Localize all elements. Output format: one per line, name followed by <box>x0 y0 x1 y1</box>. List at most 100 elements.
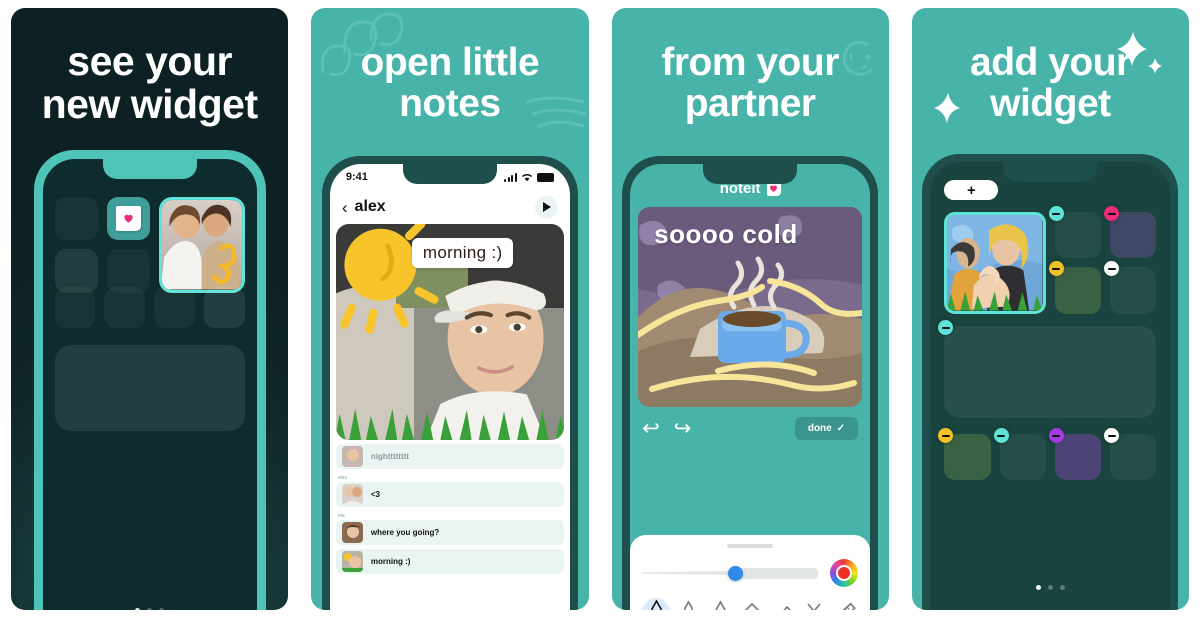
sheet-grabber[interactable] <box>727 544 774 548</box>
message-list: nightttttttt alex <3 me where you going?… <box>330 440 570 574</box>
message-text: where you going? <box>370 528 440 537</box>
message-text: morning :) <box>370 557 411 566</box>
minus-icon <box>941 434 950 437</box>
remove-badge[interactable] <box>1048 206 1064 221</box>
brush-size-slider[interactable] <box>642 565 819 581</box>
app-icon-placeholder[interactable] <box>104 287 146 328</box>
large-widget-placeholder[interactable] <box>54 345 245 431</box>
phone-mockup-edit: + <box>922 154 1179 610</box>
page-dot[interactable] <box>1059 585 1065 590</box>
message-sender-label: me <box>337 513 345 519</box>
app-icon-cell[interactable] <box>938 428 991 481</box>
minus-icon <box>1107 212 1116 215</box>
page-dot[interactable] <box>147 608 153 610</box>
page-dot[interactable] <box>159 608 165 610</box>
remove-badge[interactable] <box>938 428 954 443</box>
thumb-image <box>341 551 363 572</box>
app-icon-placeholder[interactable] <box>944 434 991 481</box>
page-dot-active[interactable] <box>1035 585 1041 590</box>
app-icon-cell[interactable] <box>993 428 1046 481</box>
message-row[interactable]: where you going? <box>335 520 564 545</box>
remove-badge[interactable] <box>1048 261 1064 277</box>
app-icon-cell[interactable] <box>1048 428 1102 481</box>
check-icon: ✓ <box>836 423 846 434</box>
remove-badge[interactable] <box>938 320 954 335</box>
app-icon-placeholder[interactable] <box>999 434 1046 481</box>
drawing-canvas[interactable]: soooo cold <box>638 207 863 407</box>
app-icon-placeholder[interactable] <box>106 249 151 293</box>
scissors-tool-icon[interactable] <box>802 598 827 610</box>
app-icon-cell[interactable] <box>1104 261 1157 314</box>
remove-badge[interactable] <box>1104 261 1120 277</box>
page-dot-active[interactable] <box>135 608 141 610</box>
app-icon-placeholder[interactable] <box>154 287 195 328</box>
canvas-drawn-text: soooo cold <box>654 219 798 249</box>
draw-screen: noteit soooo cold ↩ ↪ done ✓ <box>630 164 871 610</box>
app-icon-cell[interactable] <box>1104 206 1157 259</box>
back-chevron-icon[interactable]: ‹ <box>342 199 348 216</box>
large-widget-cell[interactable] <box>938 320 1157 418</box>
status-time: 9:41 <box>345 171 368 183</box>
widget-photo-image <box>947 215 1043 311</box>
smiley-doodle <box>842 40 873 76</box>
done-label: done <box>807 423 832 434</box>
message-row[interactable]: morning :) <box>335 549 564 574</box>
canvas-controls: ↩ ↪ done ✓ <box>630 407 870 448</box>
minus-icon <box>1052 212 1061 215</box>
slider-knob[interactable] <box>728 565 744 581</box>
scissors-glyph <box>807 603 821 610</box>
message-text: nightttttttt <box>370 452 410 461</box>
page-dot[interactable] <box>1047 585 1053 590</box>
app-icon-row-bottom <box>938 428 1157 481</box>
message-thumbnail <box>341 484 363 505</box>
panel-headline: from your partner <box>661 41 839 126</box>
widget-edit-grid <box>944 206 1157 314</box>
minus-icon <box>941 326 950 329</box>
app-icon-cell[interactable] <box>1048 206 1102 259</box>
play-icon <box>543 202 552 212</box>
sparkle-doodle <box>933 93 960 123</box>
app-icon-placeholder[interactable] <box>54 287 96 328</box>
minus-icon <box>1107 434 1116 437</box>
eraser-tool-icon[interactable] <box>770 598 795 610</box>
chat-title: alex <box>354 198 386 215</box>
photo-widget-cell[interactable] <box>944 212 1046 314</box>
app-icon-placeholder[interactable] <box>1054 267 1102 314</box>
app-icon-cell[interactable] <box>1048 261 1102 314</box>
phone-notch <box>102 159 197 179</box>
app-icon-placeholder[interactable] <box>1110 267 1157 314</box>
add-widget-button[interactable]: + <box>944 180 999 200</box>
thumb-image <box>341 484 363 505</box>
message-row[interactable]: <3 <box>335 482 564 507</box>
note-photo-card[interactable]: morning :) <box>335 224 564 440</box>
undo-icon[interactable]: ↩ <box>642 418 660 439</box>
paint-bucket-tool-icon[interactable] <box>739 598 764 610</box>
ruler-tool-icon[interactable] <box>833 598 858 610</box>
done-button[interactable]: done ✓ <box>794 417 859 440</box>
panel-headline: open little notes <box>360 41 540 126</box>
app-icon-placeholder[interactable] <box>1110 434 1157 481</box>
app-icon-placeholder[interactable] <box>54 249 98 293</box>
play-button[interactable] <box>534 195 558 219</box>
slider-track-right <box>733 567 819 579</box>
app-icon-noteit[interactable] <box>106 197 151 241</box>
photo-widget[interactable] <box>944 212 1046 314</box>
panel-see-widget: see your new widget <box>11 8 289 610</box>
marker-tool-icon[interactable] <box>642 598 671 610</box>
app-icon-placeholder[interactable] <box>203 287 245 328</box>
app-icon-placeholder[interactable] <box>1110 212 1157 259</box>
photo-widget[interactable] <box>159 197 245 293</box>
app-icon-placeholder[interactable] <box>54 197 98 241</box>
remove-badge[interactable] <box>1048 428 1064 443</box>
color-picker[interactable] <box>830 559 859 587</box>
brush-tool-icon[interactable] <box>676 598 701 610</box>
message-row[interactable]: nightttttttt <box>335 444 564 469</box>
sticky-note-icon <box>115 206 142 232</box>
remove-badge[interactable] <box>1104 206 1120 221</box>
pencil-tool-icon[interactable] <box>708 598 733 610</box>
redo-icon[interactable]: ↪ <box>674 418 692 439</box>
selected-color-swatch <box>836 565 853 581</box>
app-icon-cell[interactable] <box>1104 428 1157 481</box>
remove-badge[interactable] <box>1104 428 1120 443</box>
heart-icon <box>124 214 133 223</box>
